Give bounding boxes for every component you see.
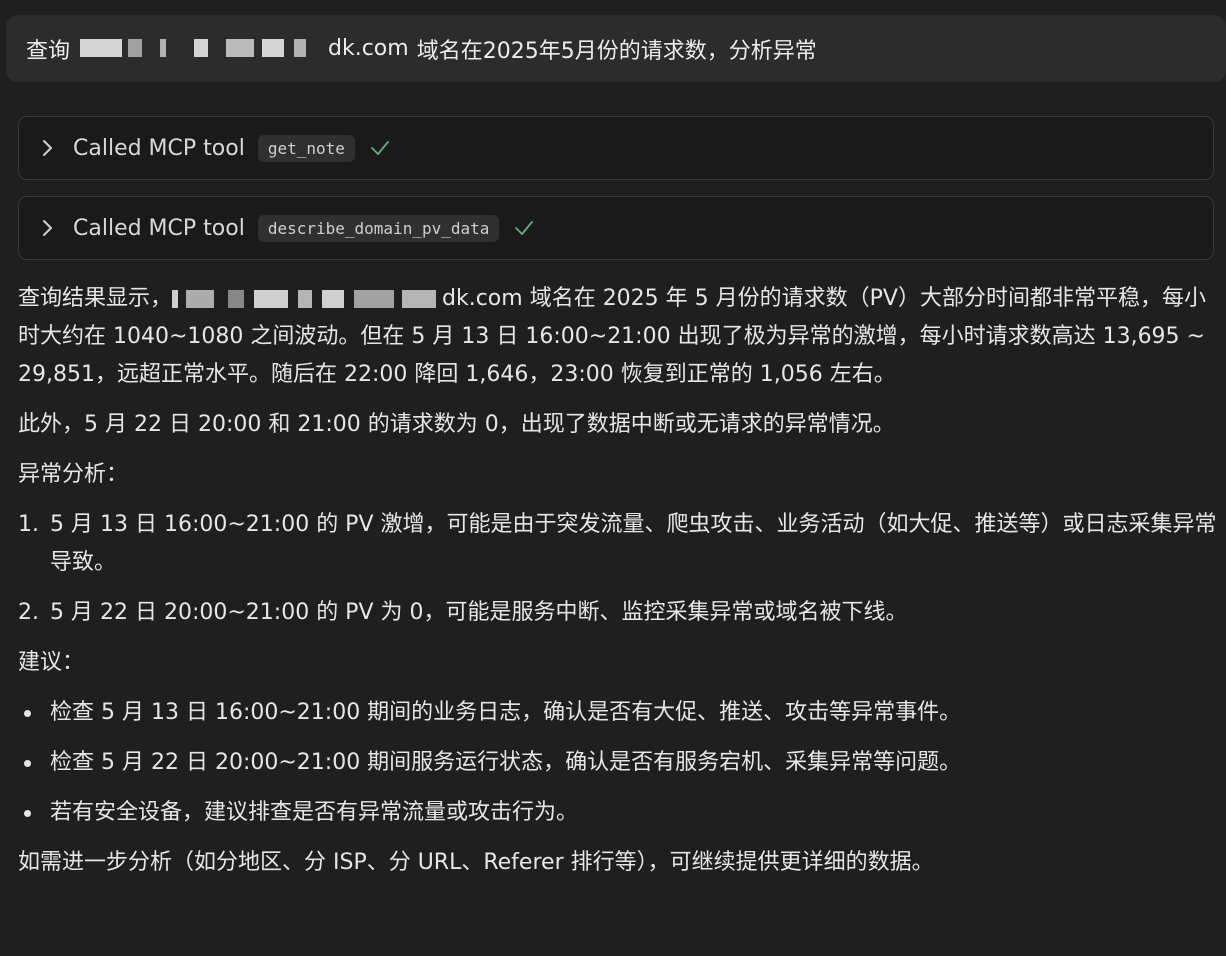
chevron-right-icon — [37, 217, 59, 239]
analysis-list: 1. 5 月 13 日 16:00~21:00 的 PV 激增，可能是由于突发流… — [18, 506, 1218, 632]
list-item-text: 5 月 13 日 16:00~21:00 的 PV 激增，可能是由于突发流量、爬… — [50, 512, 1217, 575]
tool-call-label: Called MCP tool — [73, 215, 245, 241]
summary-prefix: 查询结果显示， — [18, 286, 173, 311]
list-item-text: 检查 5 月 22 日 20:00~21:00 期间服务运行状态，确认是否有服务… — [50, 750, 962, 775]
tool-call-label: Called MCP tool — [73, 135, 245, 161]
user-message-suffix: 域名在2025年5月份的请求数，分析异常 — [416, 38, 817, 64]
closing-paragraph: 如需进一步分析（如分地区、分 ISP、分 URL、Referer 排行等），可继… — [18, 850, 934, 875]
list-item: 检查 5 月 13 日 16:00~21:00 期间的业务日志，确认是否有大促、… — [18, 694, 1218, 732]
assistant-response: 查询结果显示， dk.com 域名在 2025 年 5 月份的请求数（PV）大部… — [18, 280, 1218, 894]
list-item: 若有安全设备，建议排查是否有异常流量或攻击行为。 — [18, 794, 1218, 832]
suggestion-list: 检查 5 月 13 日 16:00~21:00 期间的业务日志，确认是否有大促、… — [18, 694, 1218, 832]
tool-call-get-note[interactable]: Called MCP tool get_note — [18, 116, 1214, 180]
tool-name-tag: describe_domain_pv_data — [257, 214, 500, 242]
user-message: 查询 dk.com 域名在2025年5月份的请求数，分析异常 — [6, 15, 1226, 82]
list-item: 检查 5 月 22 日 20:00~21:00 期间服务运行状态，确认是否有服务… — [18, 744, 1218, 782]
list-item-text: 检查 5 月 13 日 16:00~21:00 期间的业务日志，确认是否有大促、… — [50, 700, 962, 725]
bullet-icon — [24, 810, 31, 817]
bullet-icon — [24, 760, 31, 767]
check-icon — [369, 138, 391, 158]
analysis-heading: 异常分析： — [18, 462, 129, 487]
redacted-domain — [74, 38, 324, 59]
redacted-domain — [172, 288, 442, 310]
tool-call-describe-domain-pv-data[interactable]: Called MCP tool describe_domain_pv_data — [18, 196, 1214, 260]
list-item: 1. 5 月 13 日 16:00~21:00 的 PV 激增，可能是由于突发流… — [18, 506, 1218, 582]
list-item-text: 若有安全设备，建议排查是否有异常流量或攻击行为。 — [50, 800, 579, 825]
suggestion-heading: 建议： — [18, 650, 85, 675]
list-item: 2. 5 月 22 日 20:00~21:00 的 PV 为 0，可能是服务中断… — [18, 594, 1218, 632]
user-message-domain-suffix: dk.com — [328, 36, 409, 61]
bullet-icon — [24, 710, 31, 717]
user-message-prefix: 查询 — [26, 38, 71, 64]
paragraph-2: 此外，5 月 22 日 20:00 和 21:00 的请求数为 0，出现了数据中… — [18, 412, 895, 437]
check-icon — [513, 218, 535, 238]
list-number: 1. — [18, 512, 39, 537]
list-number: 2. — [18, 600, 39, 625]
chevron-right-icon — [37, 137, 59, 159]
list-item-text: 5 月 22 日 20:00~21:00 的 PV 为 0，可能是服务中断、监控… — [50, 600, 908, 625]
summary-domain-suffix: dk.com — [442, 286, 523, 311]
tool-name-tag: get_note — [257, 134, 355, 162]
summary-paragraph: 查询结果显示， dk.com 域名在 2025 年 5 月份的请求数（PV）大部… — [18, 280, 1218, 394]
